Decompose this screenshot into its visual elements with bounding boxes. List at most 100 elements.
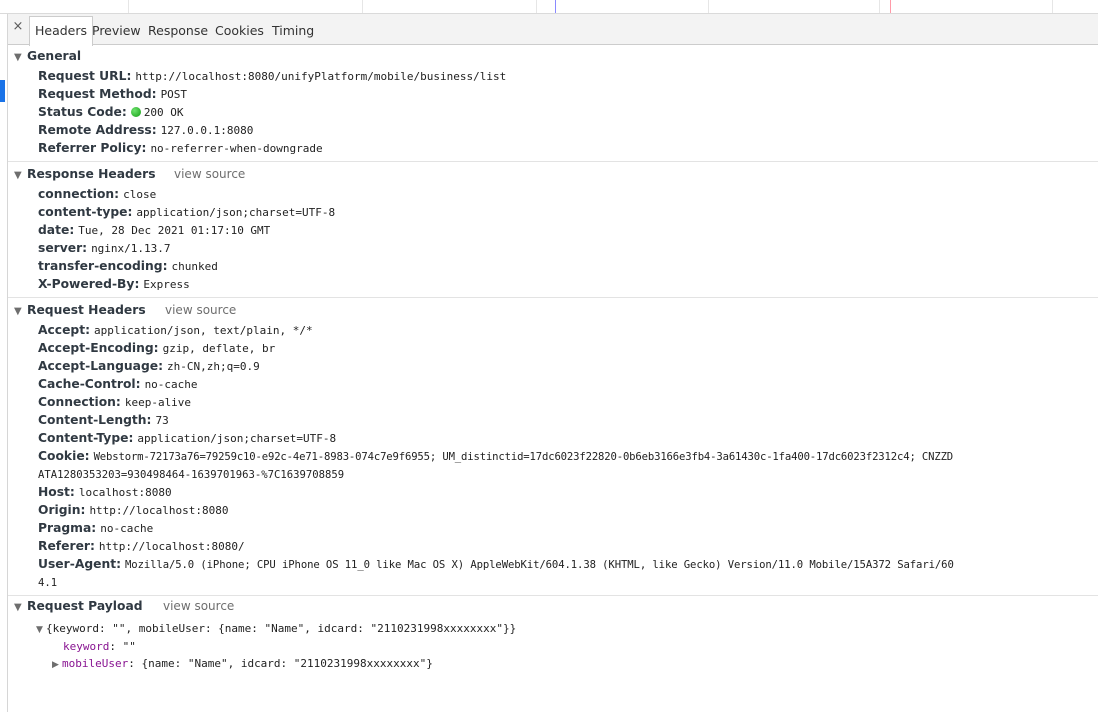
header-key: transfer-encoding: [38, 259, 168, 273]
general-section-title: General [27, 49, 82, 63]
header-row: Content-Length: 73 [38, 411, 1098, 429]
header-value: close [123, 188, 157, 201]
response-headers-section-title: Response Headers [27, 167, 156, 181]
header-key: Cache-Control: [38, 377, 141, 391]
header-key: Request Method: [38, 87, 157, 101]
header-value: 127.0.0.1:8080 [160, 124, 254, 137]
header-row: Accept-Language: zh-CN,zh;q=0.9 [38, 357, 1098, 375]
header-value: 73 [155, 414, 169, 427]
header-key: Connection: [38, 395, 121, 409]
payload-key: keyword [63, 640, 110, 653]
header-key: Accept-Encoding: [38, 341, 159, 355]
header-row: Origin: http://localhost:8080 [38, 501, 1098, 519]
header-value: no-cache [100, 522, 154, 535]
header-row: Cache-Control: no-cache [38, 375, 1098, 393]
header-key: Accept-Language: [38, 359, 164, 373]
header-key: Pragma: [38, 521, 97, 535]
request-payload-section-title: Request Payload [27, 599, 143, 613]
request-list-gutter[interactable] [0, 14, 8, 712]
timeline-gridline [536, 0, 537, 13]
tab-preview[interactable]: Preview [92, 17, 141, 44]
header-value: http://localhost:8080/unifyPlatform/mobi… [135, 70, 507, 83]
timeline-gridline [1052, 0, 1053, 13]
header-key: server: [38, 241, 88, 255]
section-divider [8, 297, 1098, 298]
header-value: POST [160, 88, 188, 101]
timeline-marker-dom-content-loaded [555, 0, 556, 13]
header-key: connection: [38, 187, 120, 201]
status-code-value: 200 OK [143, 106, 184, 119]
devtools-network-panel: × Headers Preview Response Cookies Timin… [0, 0, 1098, 712]
tab-response[interactable]: Response [148, 17, 208, 44]
timeline-gridline [362, 0, 363, 13]
request-payload-view-source-link[interactable]: view source [163, 598, 234, 614]
header-row: Status Code: 200 OK [38, 103, 1098, 121]
header-key: Cookie: [38, 449, 90, 463]
header-row: content-type: application/json;charset=UT… [38, 203, 1098, 221]
header-key: Content-Length: [38, 413, 152, 427]
timeline-gridline [708, 0, 709, 13]
header-value: Tue, 28 Dec 2021 01:17:10 GMT [78, 224, 271, 237]
header-row: date: Tue, 28 Dec 2021 01:17:10 GMT [38, 221, 1098, 239]
response-headers-view-source-link[interactable]: view source [174, 166, 245, 182]
header-key: User-Agent: [38, 557, 122, 571]
header-value: localhost:8080 [78, 486, 172, 499]
tab-cookies[interactable]: Cookies [215, 17, 264, 44]
payload-root-object[interactable]: ▼ {keyword: "", mobileUser: {name: "Name"… [36, 620, 516, 638]
expanded-triangle-icon: ▼ [14, 602, 22, 613]
header-row: connection: close [38, 185, 1098, 203]
general-section-toggle[interactable]: ▼ General [14, 48, 81, 64]
user-agent-continuation-row: 4.1 [38, 573, 1098, 591]
response-headers-section-toggle[interactable]: ▼ Response Headers [14, 166, 156, 182]
expanded-triangle-icon: ▼ [14, 52, 22, 63]
header-value: application/json;charset=UTF-8 [137, 432, 337, 445]
header-key: Referer: [38, 539, 95, 553]
cookie-continuation-row: ATA1280353203=930498464-1639701963-%7C16… [38, 465, 1098, 483]
tab-timing[interactable]: Timing [272, 17, 314, 44]
header-key: Content-Type: [38, 431, 134, 445]
network-timeline-overview[interactable] [0, 0, 1098, 14]
cookie-value-line-2: ATA1280353203=930498464-1639701963-%7C16… [38, 469, 345, 481]
header-row: X-Powered-By: Express [38, 275, 1098, 293]
payload-property-keyword: keyword: "" [63, 638, 136, 656]
header-key: date: [38, 223, 75, 237]
header-row: Remote Address: 127.0.0.1:8080 [38, 121, 1098, 139]
tab-headers[interactable]: Headers [29, 16, 94, 46]
header-row: Content-Type: application/json;charset=UT… [38, 429, 1098, 447]
header-value: Express [143, 278, 190, 291]
header-value: nginx/1.13.7 [91, 242, 171, 255]
header-key: Request URL: [38, 69, 132, 83]
header-key: Accept: [38, 323, 91, 337]
header-value: http://localhost:8080/ [98, 540, 245, 553]
detail-tab-bar: × Headers Preview Response Cookies Timin… [8, 14, 1098, 46]
request-payload-section-toggle[interactable]: ▼ Request Payload [14, 598, 143, 614]
close-icon[interactable]: × [11, 19, 25, 35]
payload-summary: {keyword: "", mobileUser: {name: "Name",… [46, 622, 517, 635]
user-agent-value-line-1: Mozilla/5.0 (iPhone; CPU iPhone OS 11_0 … [125, 559, 954, 571]
header-value: keep-alive [124, 396, 192, 409]
header-key: Origin: [38, 503, 86, 517]
header-row: Host: localhost:8080 [38, 483, 1098, 501]
request-headers-section-toggle[interactable]: ▼ Request Headers [14, 302, 146, 318]
headers-view: ▼ General Request URL: http://localhost:80… [8, 45, 1098, 712]
header-value: http://localhost:8080 [89, 504, 229, 517]
header-key: content-type: [38, 205, 133, 219]
header-value: no-referrer-when-downgrade [150, 142, 323, 155]
header-key: Status Code: [38, 105, 127, 119]
cookie-value-line-1: Webstorm-72173a76=79259c10-e92c-4e71-898… [93, 451, 954, 463]
payload-value: : {name: "Name", idcard: "2110231998xxxx… [128, 657, 433, 670]
request-headers-view-source-link[interactable]: view source [165, 302, 236, 318]
header-row: Referrer Policy: no-referrer-when-downgra… [38, 139, 1098, 157]
header-key: Referrer Policy: [38, 141, 147, 155]
payload-property-mobileuser[interactable]: ▶ mobileUser: {name: "Name", idcard: "211… [52, 655, 433, 673]
collapsed-triangle-icon: ▶ [52, 660, 59, 670]
header-row: server: nginx/1.13.7 [38, 239, 1098, 257]
selected-request-indicator [0, 80, 5, 102]
header-row: Pragma: no-cache [38, 519, 1098, 537]
header-row: Request Method: POST [38, 85, 1098, 103]
timeline-marker-load [890, 0, 891, 13]
header-key: X-Powered-By: [38, 277, 140, 291]
header-row: Accept: application/json, text/plain, */* [38, 321, 1098, 339]
timeline-gridline [128, 0, 129, 13]
header-key: Remote Address: [38, 123, 157, 137]
